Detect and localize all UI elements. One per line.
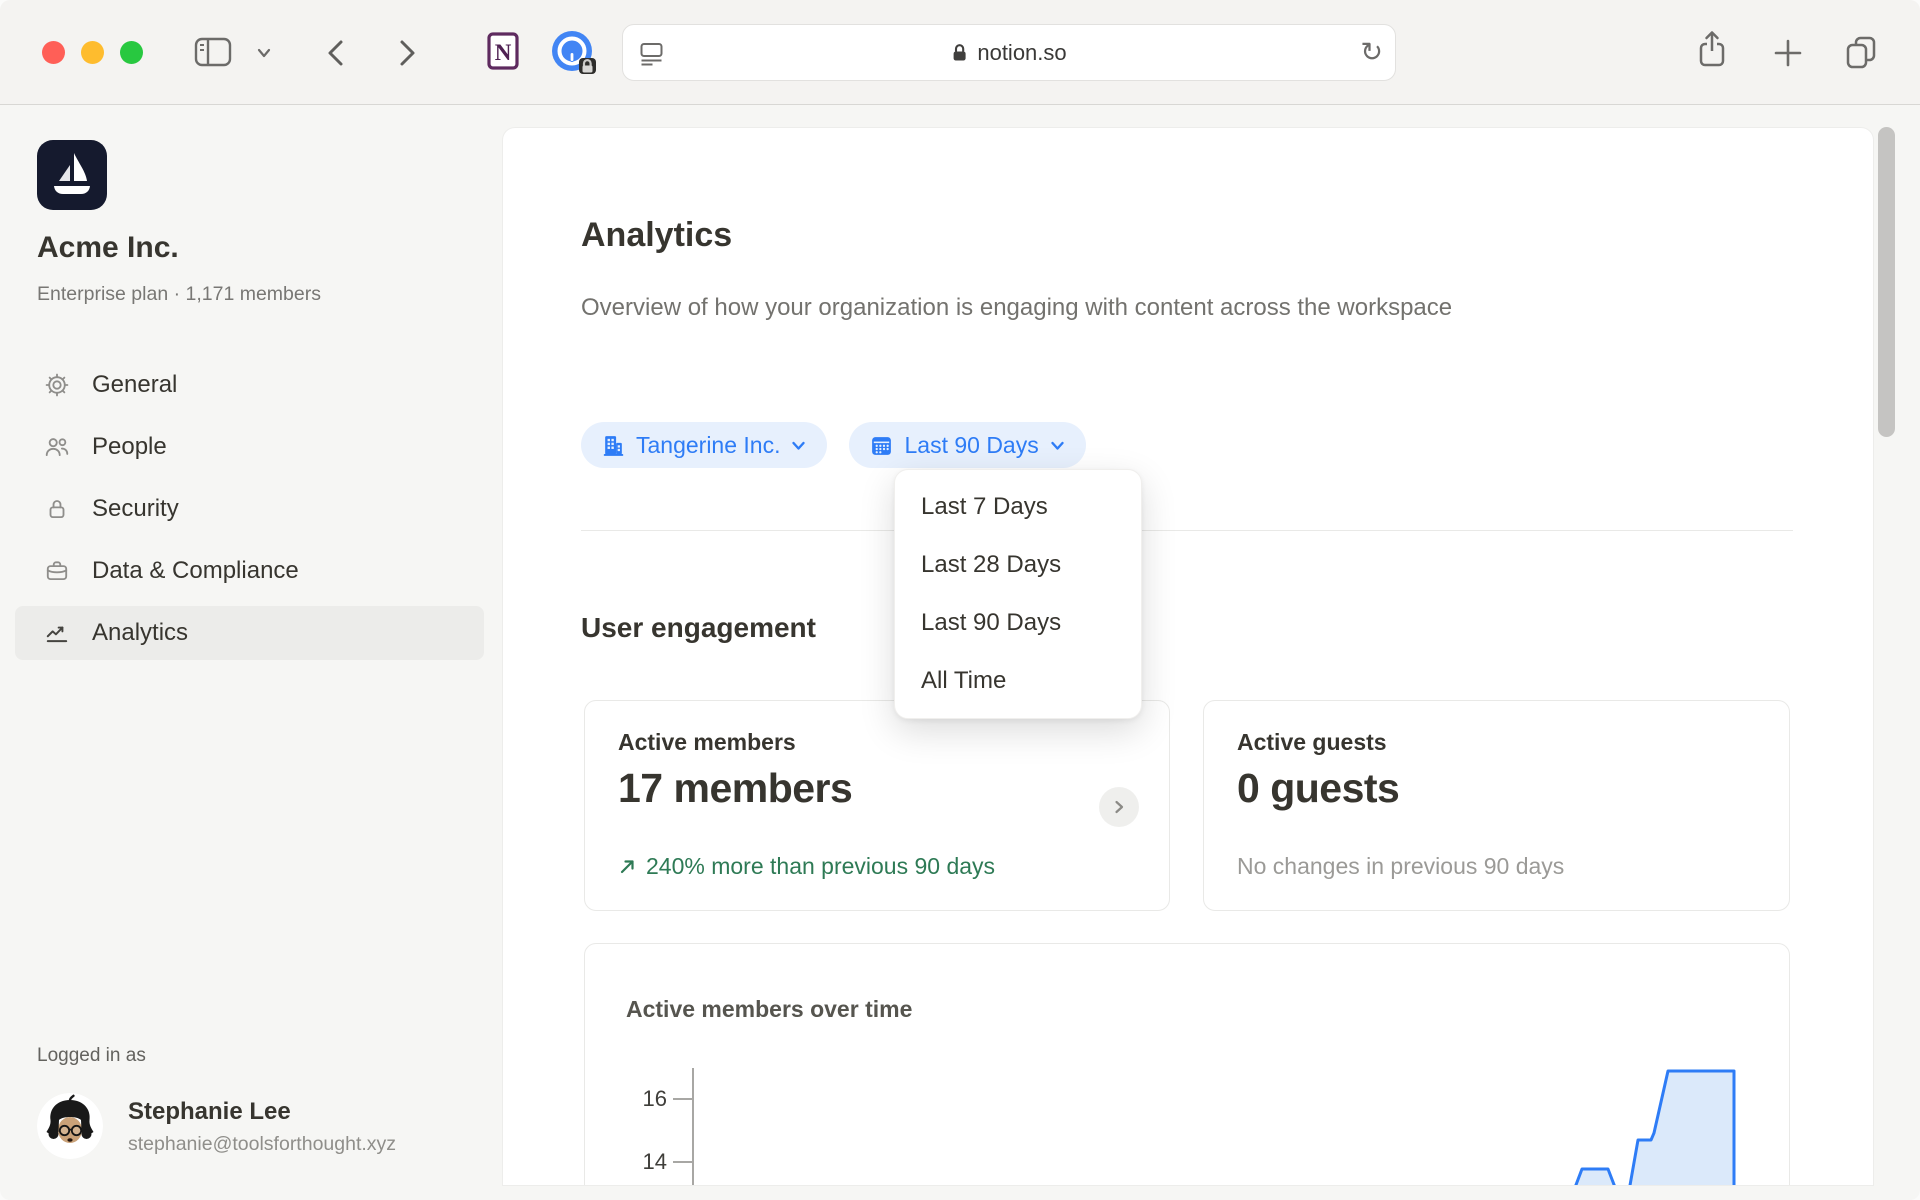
minimize-window-button[interactable] <box>81 41 104 64</box>
tab-overview-button[interactable] <box>1842 33 1880 71</box>
new-tab-button[interactable] <box>1772 37 1804 69</box>
card-value: 0 guests <box>1237 765 1399 812</box>
plus-icon <box>1772 37 1804 69</box>
sidebar-item-label: Data & Compliance <box>92 557 299 585</box>
back-button[interactable] <box>323 37 349 69</box>
address-bar[interactable]: notion.so ↻ <box>622 24 1396 81</box>
notion-settings-page: Acme Inc. Enterprise plan · 1,171 member… <box>0 105 1920 1200</box>
svg-text:N: N <box>495 40 512 65</box>
card-delta: No changes in previous 90 days <box>1237 853 1564 880</box>
menu-item-last-28-days[interactable]: Last 28 Days <box>895 536 1141 594</box>
card-delta-text: No changes in previous 90 days <box>1237 853 1564 880</box>
forward-arrow-icon <box>394 37 420 69</box>
people-icon <box>44 434 70 460</box>
briefcase-icon <box>44 558 70 584</box>
workspace-filter-pill[interactable]: Tangerine Inc. <box>581 422 827 468</box>
sailboat-icon <box>37 140 107 210</box>
page-title: Analytics <box>581 216 732 255</box>
page-settings-icon[interactable] <box>638 40 665 67</box>
section-divider <box>581 530 1793 531</box>
sidebar-item-people[interactable]: People <box>15 420 484 474</box>
analytics-panel: Analytics Overview of how your organizat… <box>503 128 1873 1185</box>
sidebar-item-label: Analytics <box>92 619 188 647</box>
card-value: 17 members <box>618 765 852 812</box>
filter-row: Tangerine Inc. Last 90 Days <box>581 422 1086 468</box>
arrow-up-right-icon <box>618 857 637 876</box>
back-arrow-icon <box>323 37 349 69</box>
sidebar-toggle-button[interactable] <box>194 36 232 68</box>
url-text[interactable]: notion.so <box>977 40 1066 66</box>
safari-window: N <box>0 0 1920 1200</box>
workspace-meta: Enterprise plan · 1,171 members <box>37 283 321 306</box>
chevron-down-icon <box>255 44 273 62</box>
page-description: Overview of how your organization is eng… <box>581 288 1531 328</box>
chevron-right-icon <box>1110 798 1128 816</box>
sidebar-item-label: People <box>92 433 167 461</box>
sidebar-item-data-compliance[interactable]: Data & Compliance <box>15 544 484 598</box>
browser-chrome: N <box>0 0 1920 105</box>
lock-icon <box>44 496 70 522</box>
avatar <box>37 1093 103 1159</box>
workspace-filter-label: Tangerine Inc. <box>636 432 780 459</box>
active-guests-card: Active guests 0 guests No changes in pre… <box>1203 700 1790 911</box>
onepassword-extension-button[interactable] <box>549 28 599 78</box>
zoom-window-button[interactable] <box>120 41 143 64</box>
chevron-down-icon <box>1049 437 1066 454</box>
section-title: User engagement <box>581 612 816 644</box>
forward-button[interactable] <box>394 37 420 69</box>
card-delta-text: 240% more than previous 90 days <box>646 853 995 880</box>
account-name: Stephanie Lee <box>128 1098 291 1126</box>
share-button[interactable] <box>1694 29 1730 73</box>
logged-in-as-label: Logged in as <box>37 1045 146 1067</box>
sidebar-item-label: Security <box>92 495 179 523</box>
card-detail-button[interactable] <box>1099 787 1139 827</box>
card-delta: 240% more than previous 90 days <box>618 853 995 880</box>
area-chart <box>585 944 1790 1185</box>
sidebar-item-analytics[interactable]: Analytics <box>15 606 484 660</box>
menu-item-last-7-days[interactable]: Last 7 Days <box>895 478 1141 536</box>
date-range-filter-pill[interactable]: Last 90 Days <box>849 422 1085 468</box>
card-label: Active guests <box>1237 729 1387 756</box>
workspace-name: Acme Inc. <box>37 231 179 265</box>
scrollbar-thumb[interactable] <box>1878 127 1895 437</box>
active-members-chart-card: Active members over time 16 14 <box>584 943 1790 1185</box>
account-email: stephanie@toolsforthought.xyz <box>128 1133 396 1156</box>
reload-button[interactable]: ↻ <box>1360 37 1383 68</box>
share-icon <box>1694 29 1730 73</box>
gear-icon <box>44 372 70 398</box>
sidebar-menu-chevron[interactable] <box>255 44 273 62</box>
calendar-icon <box>869 433 894 458</box>
notion-extension-icon: N <box>485 30 521 72</box>
menu-item-last-90-days[interactable]: Last 90 Days <box>895 594 1141 652</box>
chevron-down-icon <box>790 437 807 454</box>
menu-item-all-time[interactable]: All Time <box>895 652 1141 710</box>
sidebar-item-security[interactable]: Security <box>15 482 484 536</box>
tab-overview-icon <box>1842 33 1880 71</box>
close-window-button[interactable] <box>42 41 65 64</box>
sidebar-item-label: General <box>92 371 177 399</box>
building-icon <box>601 433 626 458</box>
notion-extension-button[interactable]: N <box>485 30 521 72</box>
workspace-logo <box>37 140 107 215</box>
date-filter-label: Last 90 Days <box>904 432 1038 459</box>
onepassword-extension-icon <box>549 28 599 78</box>
sidebar-toggle-icon <box>194 36 232 68</box>
active-members-card[interactable]: Active members 17 members 240% more than… <box>584 700 1170 911</box>
date-range-dropdown-menu: Last 7 Days Last 28 Days Last 90 Days Al… <box>894 469 1142 719</box>
reload-icon: ↻ <box>1360 37 1383 68</box>
lock-icon <box>951 42 968 63</box>
sidebar-item-general[interactable]: General <box>15 358 484 412</box>
card-label: Active members <box>618 729 796 756</box>
avatar-illustration <box>37 1093 103 1159</box>
trend-chart-icon <box>44 620 70 646</box>
